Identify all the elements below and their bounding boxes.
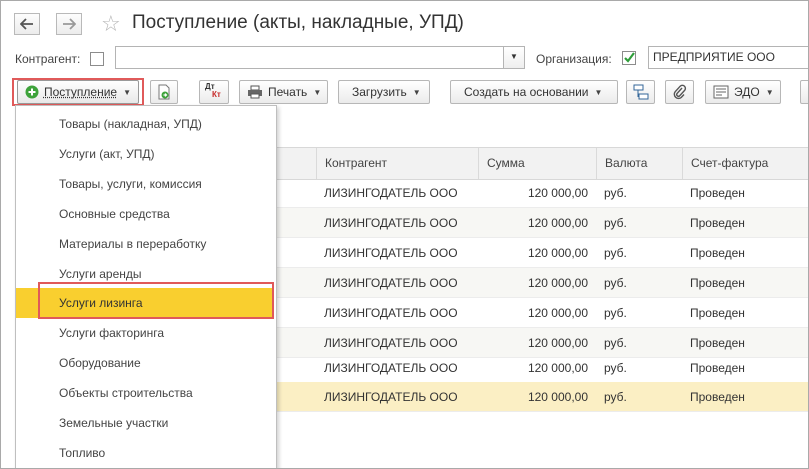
arrow-right-icon	[61, 16, 77, 32]
cell-counterparty: ЛИЗИНГОДАТЕЛЬ ООО	[324, 390, 458, 404]
cell-counterparty: ЛИЗИНГОДАТЕЛЬ ООО	[324, 361, 458, 375]
arrow-left-icon	[19, 16, 35, 32]
edo-button-label: ЭДО	[734, 85, 760, 99]
cell-counterparty: ЛИЗИНГОДАТЕЛЬ ООО	[324, 276, 458, 290]
load-button[interactable]: Загрузить ▼	[338, 80, 430, 104]
chevron-down-icon: ▼	[510, 52, 518, 61]
paperclip-icon	[672, 84, 687, 100]
organization-field[interactable]: ПРЕДПРИЯТИЕ ООО	[648, 46, 808, 69]
forward-button[interactable]	[56, 13, 82, 35]
menu-item-fixed-assets[interactable]: Основные средства	[16, 199, 274, 229]
cell-sum: 120 000,00	[527, 216, 588, 230]
checkmark-icon	[624, 52, 635, 63]
attachment-button[interactable]	[665, 80, 694, 104]
table-row[interactable]: ЛИЗИНГОДАТЕЛЬ ООО 120 000,00 руб. Провед…	[276, 298, 808, 328]
counterparty-dropdown[interactable]: ▼	[503, 46, 525, 69]
table-row-selected[interactable]: ЛИЗИНГОДАТЕЛЬ ООО 120 000,00 руб. Провед…	[276, 382, 808, 412]
annotation-highlight-leasing	[38, 282, 274, 319]
cell-invoice-status: Проведен	[690, 186, 745, 200]
menu-item-equipment[interactable]: Оборудование	[16, 348, 274, 378]
cell-currency: руб.	[604, 390, 627, 404]
cell-sum: 120 000,00	[527, 246, 588, 260]
cell-currency: руб.	[604, 246, 627, 260]
cell-counterparty: ЛИЗИНГОДАТЕЛЬ ООО	[324, 186, 458, 200]
cell-currency: руб.	[604, 186, 627, 200]
chevron-down-icon: ▼	[412, 87, 421, 97]
chevron-down-icon: ▼	[313, 87, 322, 97]
organization-checkbox[interactable]	[622, 51, 636, 65]
cell-currency: руб.	[604, 361, 627, 375]
menu-item-services[interactable]: Услуги (акт, УПД)	[16, 139, 274, 169]
dt-kt-button[interactable]: Дт Кт	[199, 80, 229, 104]
column-header-currency[interactable]: Валюта	[596, 148, 684, 179]
menu-item-fuel[interactable]: Топливо	[16, 438, 274, 468]
menu-item-goods[interactable]: Товары (накладная, УПД)	[16, 109, 274, 139]
menu-item-materials-processing[interactable]: Материалы в переработку	[16, 229, 274, 259]
cell-currency: руб.	[604, 306, 627, 320]
counterparty-label: Контрагент:	[15, 52, 81, 66]
cell-invoice-status: Проведен	[690, 361, 745, 375]
menu-item-goods-services-commission[interactable]: Товары, услуги, комиссия	[16, 169, 274, 199]
cell-currency: руб.	[604, 216, 627, 230]
kt-text: Кт	[212, 90, 221, 99]
cell-sum: 120 000,00	[527, 276, 588, 290]
document-arrow-icon	[156, 84, 172, 100]
dt-kt-icon: Дт Кт	[204, 82, 224, 101]
create-based-button-label: Создать на основании	[464, 85, 589, 99]
hierarchy-icon	[633, 84, 649, 100]
table-row[interactable]: ЛИЗИНГОДАТЕЛЬ ООО 120 000,00 руб. Провед…	[276, 178, 808, 208]
table-row[interactable]: ЛИЗИНГОДАТЕЛЬ ООО 120 000,00 руб. Провед…	[276, 268, 808, 298]
column-header-counterparty[interactable]: Контрагент	[316, 148, 486, 179]
annotation-highlight-receipt	[12, 78, 144, 106]
cell-counterparty: ЛИЗИНГОДАТЕЛЬ ООО	[324, 306, 458, 320]
cell-counterparty: ЛИЗИНГОДАТЕЛЬ ООО	[324, 216, 458, 230]
table-row[interactable]: ЛИЗИНГОДАТЕЛЬ ООО 120 000,00 руб. Провед…	[276, 208, 808, 238]
cell-sum: 120 000,00	[527, 186, 588, 200]
load-button-label: Загрузить	[352, 85, 407, 99]
counterparty-checkbox[interactable]	[90, 52, 104, 66]
column-header-invoice[interactable]: Счет-фактура	[682, 148, 808, 179]
column-header-sum[interactable]: Сумма	[478, 148, 596, 179]
cell-invoice-status: Проведен	[690, 306, 745, 320]
table-header: Контрагент Сумма Валюта Счет-фактура	[276, 147, 808, 180]
more-button[interactable]	[800, 80, 808, 104]
window: ☆ Поступление (акты, накладные, УПД) Кон…	[0, 0, 809, 469]
star-icon[interactable]: ☆	[101, 11, 121, 37]
cell-currency: руб.	[604, 276, 627, 290]
menu-item-construction-objects[interactable]: Объекты строительства	[16, 378, 274, 408]
edo-button[interactable]: ЭДО ▼	[705, 80, 781, 104]
page-title: Поступление (акты, накладные, УПД)	[132, 12, 464, 33]
organization-value: ПРЕДПРИЯТИЕ ООО	[653, 50, 775, 64]
create-based-button[interactable]: Создать на основании ▼	[450, 80, 618, 104]
print-button-label: Печать	[268, 85, 308, 99]
chevron-down-icon: ▼	[594, 87, 603, 97]
menu-item-land-plots[interactable]: Земельные участки	[16, 408, 274, 438]
counterparty-field[interactable]	[115, 46, 504, 69]
back-button[interactable]	[14, 13, 40, 35]
cell-invoice-status: Проведен	[690, 246, 745, 260]
cell-invoice-status: Проведен	[690, 390, 745, 404]
copy-document-button[interactable]	[150, 80, 178, 104]
edo-icon	[713, 84, 729, 100]
chevron-down-icon: ▼	[765, 87, 774, 97]
table-row[interactable]: ЛИЗИНГОДАТЕЛЬ ООО 120 000,00 руб. Провед…	[276, 353, 808, 383]
print-button[interactable]: Печать ▼	[239, 80, 328, 104]
cell-invoice-status: Проведен	[690, 216, 745, 230]
cell-counterparty: ЛИЗИНГОДАТЕЛЬ ООО	[324, 246, 458, 260]
cell-sum: 120 000,00	[527, 306, 588, 320]
table-row[interactable]: ЛИЗИНГОДАТЕЛЬ ООО 120 000,00 руб. Провед…	[276, 238, 808, 268]
cell-sum: 120 000,00	[527, 361, 588, 375]
menu-item-factoring-services[interactable]: Услуги факторинга	[16, 318, 274, 348]
cell-sum: 120 000,00	[527, 390, 588, 404]
structure-button[interactable]	[626, 80, 655, 104]
cell-invoice-status: Проведен	[690, 276, 745, 290]
organization-label: Организация:	[536, 52, 612, 66]
printer-icon	[247, 84, 263, 100]
